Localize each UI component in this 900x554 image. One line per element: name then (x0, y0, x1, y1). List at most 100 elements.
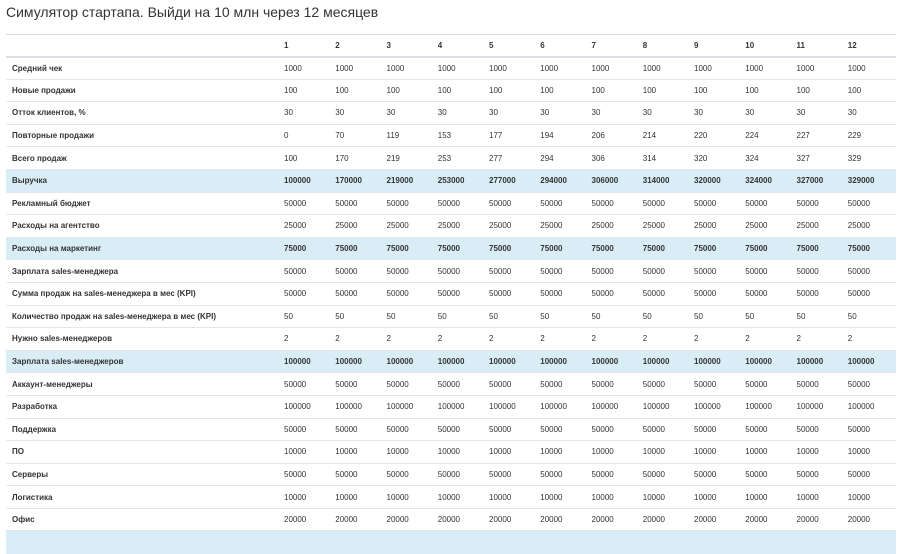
table-cell: 253000 (434, 168, 486, 193)
table-cell: 219 (383, 146, 435, 170)
table-cell: 10000 (486, 440, 538, 464)
table-cell: 229 (844, 123, 896, 147)
table-cell: 75000 (281, 236, 333, 260)
table-cell: 324000 (742, 168, 794, 193)
table-cell: 20000 (639, 507, 691, 531)
table-cell: 50000 (332, 372, 384, 396)
table-cell: 10000 (434, 485, 486, 509)
table-cell: 100 (639, 78, 691, 102)
table-cell: 30 (434, 101, 486, 125)
table-cell: 25000 (742, 214, 794, 238)
table-cell: 1000 (281, 56, 333, 80)
row-label: Логистика (6, 485, 281, 509)
table-cell: 50000 (844, 462, 896, 486)
table-row-partial (6, 530, 896, 554)
table-cell: 75000 (844, 236, 896, 260)
table-cell: 20000 (691, 507, 743, 531)
table-cell: 50000 (383, 462, 435, 486)
table-cell: 10000 (383, 485, 435, 509)
table-cell: 25000 (537, 214, 589, 238)
table-cell: 329 (844, 146, 896, 170)
row-label: Расходы на агентство (6, 214, 281, 238)
table-cell: 100 (537, 78, 589, 102)
table-cell: 2 (844, 327, 896, 351)
table-cell: 50000 (486, 281, 538, 306)
table-cell: 50000 (691, 372, 743, 396)
table-cell: 25000 (281, 214, 333, 238)
table-cell: 0 (281, 123, 333, 147)
table-cell: 100 (793, 78, 845, 102)
header-cell-month: 4 (434, 34, 486, 58)
table-cell: 306000 (588, 168, 640, 193)
table-cell: 50000 (588, 372, 640, 396)
table-cell: 50000 (793, 259, 845, 283)
table-row: Логистика 10000 10000 10000 10000 10000 10000 1… (6, 485, 896, 509)
table-cell: 10000 (844, 440, 896, 464)
table-cell: 50000 (434, 191, 486, 215)
table-cell: 30 (383, 101, 435, 125)
table-cell: 2 (639, 327, 691, 351)
table-cell: 75000 (691, 236, 743, 260)
table-cell: 50000 (281, 191, 333, 215)
table-header-row: 1 2 3 4 5 6 7 8 9 10 11 12 (6, 34, 896, 58)
table-cell: 100 (588, 78, 640, 102)
table-cell: 100000 (588, 394, 640, 418)
table-cell: 20000 (383, 507, 435, 531)
table-cell: 100000 (332, 349, 384, 373)
table-cell: 100000 (742, 349, 794, 373)
table-cell: 50000 (281, 462, 333, 486)
table-cell: 170 (332, 146, 384, 170)
header-cell-month: 7 (588, 34, 640, 58)
row-label: Количество продаж на sales-менеджера в м… (6, 304, 281, 328)
table-cell: 25000 (691, 214, 743, 238)
table-cell: 50000 (793, 462, 845, 486)
table-cell: 50000 (383, 281, 435, 306)
table-cell: 10000 (691, 485, 743, 509)
table-cell: 50000 (486, 462, 538, 486)
table-cell: 50000 (742, 259, 794, 283)
table-cell: 50000 (844, 372, 896, 396)
table-cell: 50000 (332, 191, 384, 215)
table-cell: 227 (793, 123, 845, 147)
table-cell: 25000 (793, 214, 845, 238)
table-cell: 75000 (742, 236, 794, 260)
table-cell: 10000 (639, 485, 691, 509)
table-cell: 50000 (639, 191, 691, 215)
table-cell: 100000 (793, 394, 845, 418)
table-cell: 219000 (383, 168, 435, 193)
table-cell: 170000 (332, 168, 384, 193)
table-cell: 100 (844, 78, 896, 102)
table-cell: 2 (281, 327, 333, 351)
table-cell: 50000 (691, 417, 743, 441)
table-cell: 206 (588, 123, 640, 147)
table-cell: 2 (588, 327, 640, 351)
table-cell: 50000 (742, 417, 794, 441)
table-cell: 50 (332, 304, 384, 328)
table-row: Отток клиентов, % 30 30 30 30 30 30 30 30 30 30 30 3… (6, 101, 896, 125)
table-cell: 50000 (486, 417, 538, 441)
table-cell: 50000 (332, 281, 384, 306)
table-cell: 2 (383, 327, 435, 351)
table-cell: 50000 (691, 191, 743, 215)
table-row: Зарплата sales-менеджеров 100000 100000 100… (6, 349, 896, 373)
header-cell-month: 3 (383, 34, 435, 58)
table-cell: 75000 (537, 236, 589, 260)
table-cell: 50000 (537, 462, 589, 486)
page-title: Симулятор стартапа. Выйди на 10 млн чере… (6, 4, 379, 20)
table-cell: 50000 (281, 372, 333, 396)
table-cell: 220 (691, 123, 743, 147)
table-cell: 2 (537, 327, 589, 351)
header-cell-month: 11 (793, 34, 845, 58)
simulator-table: 1 2 3 4 5 6 7 8 9 10 11 12 Средний чек 10… (6, 34, 896, 554)
table-cell: 10000 (844, 485, 896, 509)
table-cell: 277000 (486, 168, 538, 193)
row-label: Серверы (6, 462, 281, 486)
table-cell: 314000 (639, 168, 691, 193)
header-cell-label (6, 34, 281, 58)
table-cell: 50 (844, 304, 896, 328)
table-cell: 1000 (793, 56, 845, 80)
table-cell: 100000 (332, 394, 384, 418)
table-cell: 50000 (537, 259, 589, 283)
table-cell: 50 (537, 304, 589, 328)
table-row: Всего продаж 100 170 219 253 277 294 306 314 320 3… (6, 146, 896, 170)
